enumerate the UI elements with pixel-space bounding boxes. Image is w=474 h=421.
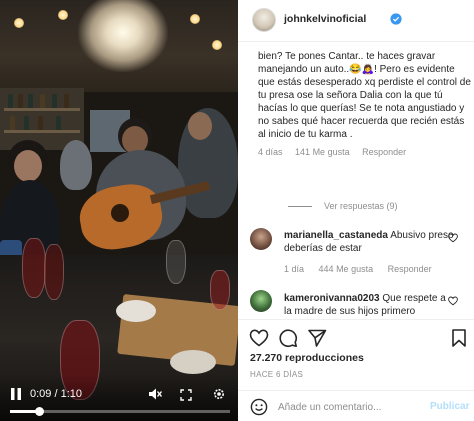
mute-icon[interactable] xyxy=(148,387,162,401)
comment-time: 1 día xyxy=(284,264,305,274)
comment-likes[interactable]: 444 Me gusta xyxy=(319,264,374,274)
comment-input[interactable] xyxy=(278,399,418,415)
settings-icon[interactable] xyxy=(212,387,226,401)
video-frame xyxy=(0,0,238,421)
heart-icon[interactable] xyxy=(249,328,269,348)
add-comment-bar: Publicar xyxy=(238,390,474,421)
heart-icon[interactable] xyxy=(448,296,458,306)
play-icon[interactable] xyxy=(9,387,23,401)
reply-button[interactable]: Responder xyxy=(362,147,406,157)
bookmark-icon[interactable] xyxy=(449,328,469,348)
comment-text: kameronivanna0203 Que respete a la madre… xyxy=(284,292,454,318)
post-header: johnkelvinoficial xyxy=(238,0,474,42)
comment-icon[interactable] xyxy=(278,328,298,348)
heart-icon[interactable] xyxy=(448,233,458,243)
view-replies-label: Ver respuestas (9) xyxy=(324,201,398,211)
comment-username[interactable]: marianella_castaneda xyxy=(284,230,388,241)
post-date: HACE 6 DÍAS xyxy=(250,370,304,379)
emoji-icon[interactable] xyxy=(250,398,268,416)
share-icon[interactable] xyxy=(307,328,327,348)
comment-time: 4 días xyxy=(258,147,283,157)
video-controls: 0:09 / 1:10 xyxy=(0,375,238,421)
username[interactable]: johnkelvinoficial xyxy=(284,13,366,25)
video-progress-knob[interactable] xyxy=(34,407,44,416)
verified-icon xyxy=(390,13,402,25)
avatar[interactable] xyxy=(250,290,272,312)
post-actions: 27.270 reproducciones HACE 6 DÍAS Public… xyxy=(238,319,474,421)
publish-button[interactable]: Publicar xyxy=(430,401,469,412)
post-panel: johnkelvinoficial bien? Te pones Cantar.… xyxy=(238,0,474,421)
comment-meta: 4 días 141 Me gusta Responder xyxy=(258,147,474,157)
comment-meta: 1 día 444 Me gusta Responder xyxy=(284,264,444,274)
video-progress-bar[interactable] xyxy=(10,407,230,416)
video-player[interactable]: 0:09 / 1:10 xyxy=(0,0,238,421)
view-count[interactable]: 27.270 reproducciones xyxy=(250,352,364,364)
avatar[interactable] xyxy=(250,228,272,250)
avatar[interactable] xyxy=(252,8,276,32)
comment-likes[interactable]: 141 Me gusta xyxy=(295,147,350,157)
video-time: 0:09 / 1:10 xyxy=(30,388,82,400)
reply-button[interactable]: Responder xyxy=(388,264,432,274)
comment-text: marianella_castaneda Abusivo preso deber… xyxy=(284,229,454,255)
view-replies-button[interactable]: Ver respuestas (9) xyxy=(288,201,398,211)
comment-text: bien? Te pones Cantar.. te haces gravar … xyxy=(258,51,471,140)
fullscreen-icon[interactable] xyxy=(180,389,192,401)
main-comment: bien? Te pones Cantar.. te haces gravar … xyxy=(258,50,474,157)
comment-username[interactable]: kameronivanna0203 xyxy=(284,293,380,304)
